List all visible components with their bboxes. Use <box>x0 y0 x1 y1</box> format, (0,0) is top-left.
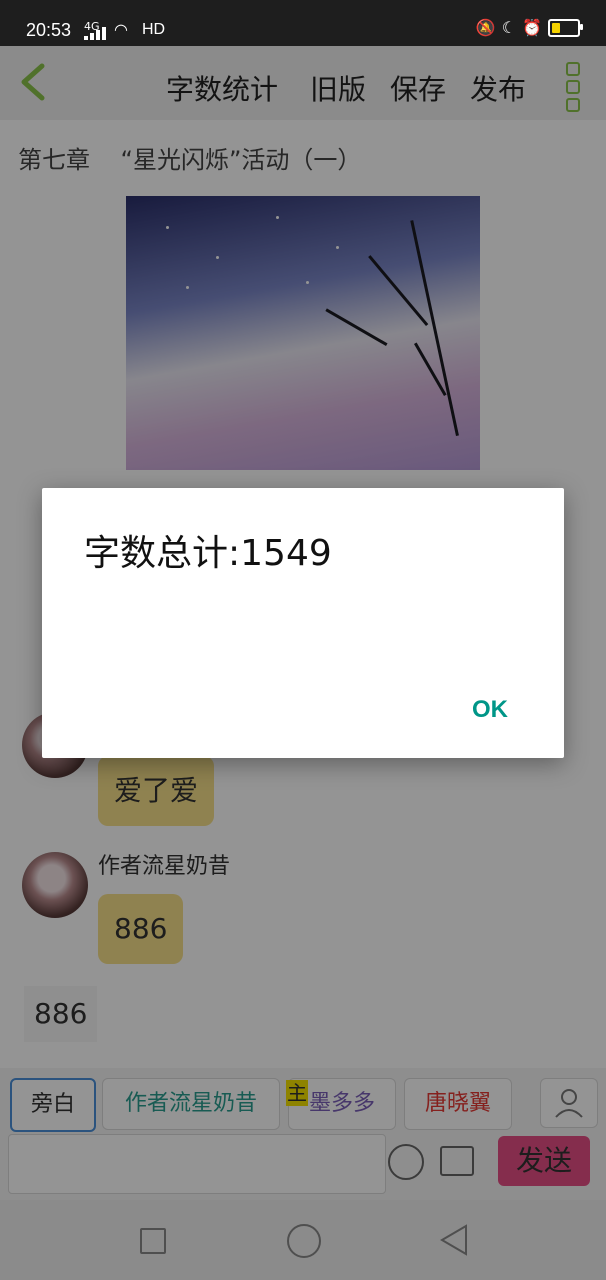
signal-icon <box>84 27 108 40</box>
word-count-dialog: 字数总计:1549 OK <box>42 488 564 758</box>
status-time: 20:53 <box>26 20 72 40</box>
moon-icon: ☾ <box>501 18 517 37</box>
ok-button[interactable]: OK <box>472 696 508 724</box>
dialog-message: 字数总计:1549 <box>84 533 332 574</box>
hd-label: HD <box>142 21 166 38</box>
status-bar: 20:53 4G ◠ HD 🔕 ☾ ⏰ <box>0 0 606 46</box>
mute-icon: 🔕 <box>475 18 496 37</box>
battery-icon <box>548 18 583 37</box>
alarm-icon: ⏰ <box>522 18 542 37</box>
wifi-icon: ◠ <box>114 20 128 39</box>
